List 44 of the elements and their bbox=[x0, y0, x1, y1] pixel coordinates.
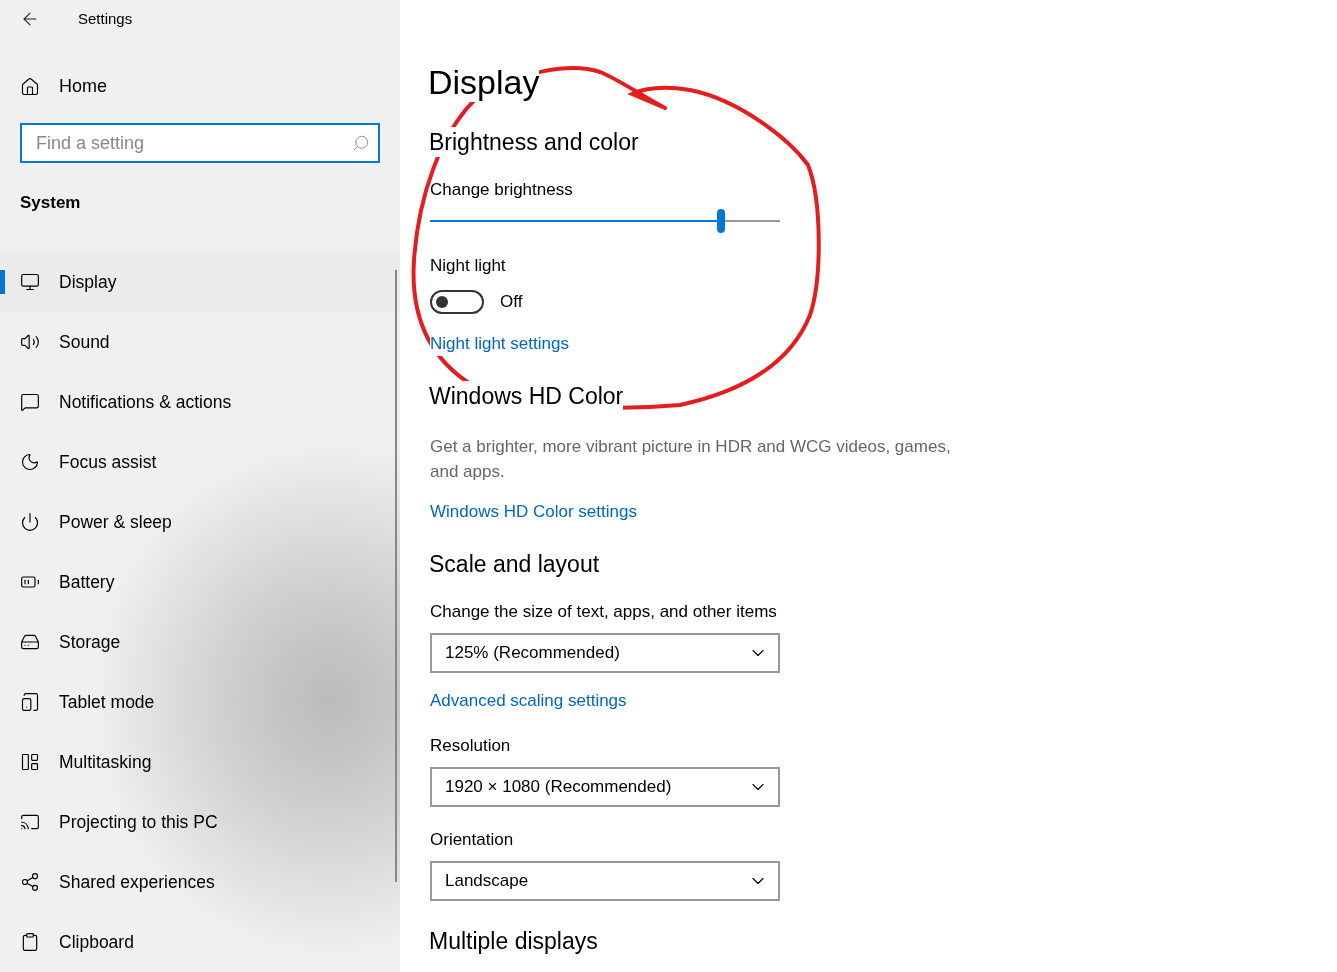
nav-item[interactable]: Shared experiences bbox=[0, 852, 400, 912]
dropdown[interactable]: 125% (Recommended) bbox=[430, 633, 780, 673]
home-icon bbox=[20, 76, 40, 97]
dropdown[interactable]: 1920 × 1080 (Recommended) bbox=[430, 767, 780, 807]
nav-item[interactable]: Tablet mode bbox=[0, 672, 400, 732]
home-link[interactable]: Home bbox=[0, 68, 400, 105]
search-field[interactable]: Find a setting bbox=[20, 123, 380, 163]
section-title: System bbox=[20, 192, 82, 214]
description-text: Get a brighter, more vibrant picture in HDR and WCG videos, games, and apps. bbox=[430, 436, 952, 483]
share-nodes-icon bbox=[20, 872, 40, 892]
nav-item[interactable]: Clipboard bbox=[0, 912, 400, 972]
speech-bubble-icon bbox=[20, 392, 40, 412]
power-icon bbox=[20, 512, 40, 532]
nav-item[interactable]: Display bbox=[0, 252, 400, 312]
scrollbar[interactable] bbox=[395, 270, 397, 882]
section-heading: Windows HD Color bbox=[429, 381, 624, 411]
nav-item[interactable]: Storage bbox=[0, 612, 400, 672]
window-layout-icon bbox=[20, 752, 40, 772]
nav-item[interactable]: Notifications & actions bbox=[0, 372, 400, 432]
cast-icon bbox=[20, 812, 40, 832]
nav-item[interactable]: Multitasking bbox=[0, 732, 400, 792]
section-heading: Brightness and color bbox=[429, 127, 639, 157]
monitor-icon bbox=[20, 272, 40, 292]
speaker-icon bbox=[20, 332, 40, 352]
nav-item[interactable]: Focus assist bbox=[0, 432, 400, 492]
moon-icon bbox=[20, 452, 40, 472]
slider-thumb[interactable] bbox=[716, 209, 725, 233]
dropdown[interactable]: Landscape bbox=[430, 861, 780, 901]
search-icon bbox=[352, 134, 370, 152]
setting-label: Orientation bbox=[430, 829, 514, 851]
toggle-state-label: Off bbox=[500, 291, 523, 313]
tablet-icon bbox=[20, 692, 40, 712]
clipboard-icon bbox=[20, 932, 40, 952]
nav-item[interactable]: Battery bbox=[0, 552, 400, 612]
nav-item[interactable]: Power & sleep bbox=[0, 492, 400, 552]
drive-icon bbox=[20, 632, 40, 652]
toggle-switch[interactable] bbox=[430, 290, 484, 314]
setting-label: Change brightness bbox=[430, 179, 573, 201]
setting-label: Night light bbox=[430, 255, 506, 277]
setting-label: Resolution bbox=[430, 735, 511, 757]
setting-label: Change the size of text, apps, and other items bbox=[430, 601, 777, 623]
window-title: Settings bbox=[78, 10, 133, 27]
nav-item[interactable]: Sound bbox=[0, 312, 400, 372]
nav-item[interactable]: Projecting to this PC bbox=[0, 792, 400, 852]
